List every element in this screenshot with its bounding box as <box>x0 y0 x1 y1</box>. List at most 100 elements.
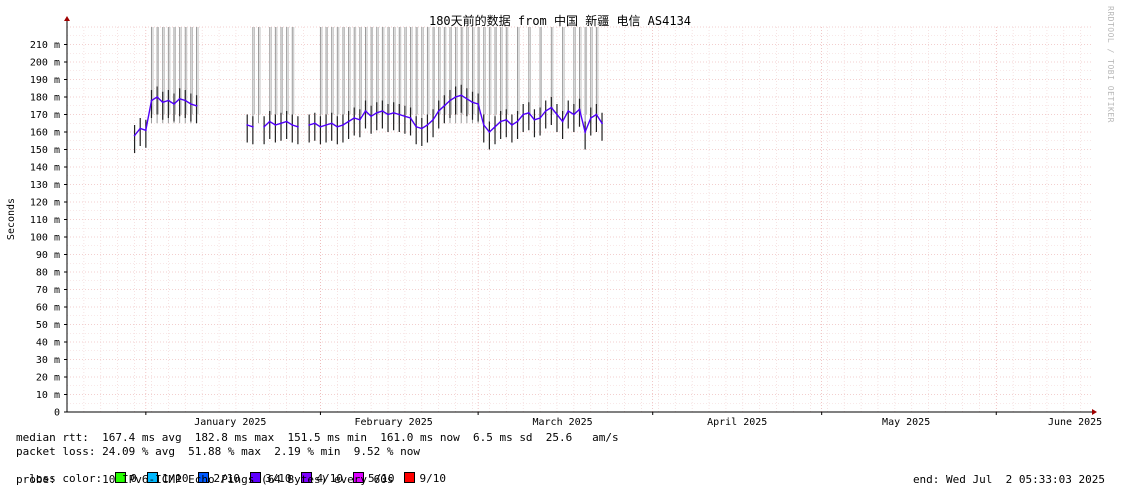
y-tick-label: 170 m <box>30 110 60 121</box>
loss-color-swatch <box>404 472 416 483</box>
data-point <box>471 101 474 104</box>
data-point <box>572 113 575 116</box>
x-tick-label: May 2025 <box>882 417 930 428</box>
y-tick-label: 160 m <box>30 128 60 139</box>
x-tick-label: June 2025 <box>1048 417 1102 428</box>
y-tick-label: 140 m <box>30 163 60 174</box>
data-point <box>325 124 327 126</box>
data-point <box>550 106 553 109</box>
data-point <box>330 122 333 125</box>
data-point <box>482 124 485 126</box>
data-point <box>516 120 519 123</box>
data-point <box>409 117 412 119</box>
y-tick-label: 100 m <box>30 233 60 244</box>
data-point <box>161 101 164 104</box>
data-point <box>297 125 299 128</box>
data-point <box>432 118 434 121</box>
x-tick-label: March 2025 <box>532 417 592 428</box>
x-tick-label: February 2025 <box>355 417 433 428</box>
y-tick-label: 110 m <box>30 215 60 226</box>
data-point <box>595 113 598 116</box>
rtt-series <box>133 84 603 153</box>
data-point <box>251 125 254 128</box>
x-tick-label: January 2025 <box>194 417 266 428</box>
data-point <box>567 110 570 112</box>
data-point <box>280 122 282 125</box>
chart-title: 180天前的数据 from 中国 新疆 电信 AS4134 <box>429 13 691 28</box>
y-tick-label: 120 m <box>30 198 60 209</box>
data-point <box>375 111 378 114</box>
data-point <box>488 131 491 133</box>
loss-spikes <box>150 27 599 124</box>
rrdtool-watermark: RRDTOOL / TOBI OETIKER <box>1106 6 1115 123</box>
data-point <box>578 108 581 111</box>
data-point <box>285 120 288 123</box>
data-point <box>263 125 266 128</box>
data-point <box>460 94 463 97</box>
data-point <box>404 115 406 118</box>
data-point <box>420 127 423 130</box>
data-point <box>556 113 558 116</box>
x-tick-label: April 2025 <box>707 417 767 428</box>
y-tick-label: 200 m <box>30 58 60 69</box>
data-point <box>347 120 350 123</box>
y-axis-arrow <box>64 16 70 21</box>
data-point <box>443 104 446 107</box>
data-point <box>477 103 480 105</box>
data-point <box>167 99 170 102</box>
data-point <box>499 120 502 123</box>
data-point <box>426 124 429 126</box>
data-point <box>342 124 344 126</box>
data-point <box>398 113 401 116</box>
y-tick-label: 60 m <box>36 303 60 314</box>
data-point <box>246 124 249 126</box>
data-point <box>313 122 316 125</box>
data-point <box>144 129 147 132</box>
data-point <box>505 118 508 121</box>
data-point <box>370 115 373 118</box>
data-point <box>291 124 294 126</box>
data-point <box>195 104 198 107</box>
data-point <box>392 111 395 114</box>
y-tick-label: 90 m <box>36 250 60 261</box>
data-point <box>511 124 513 126</box>
data-point <box>353 117 356 119</box>
y-tick-label: 210 m <box>30 40 60 51</box>
y-tick-label: 20 m <box>36 373 60 384</box>
data-point <box>527 111 530 114</box>
y-tick-label: 10 m <box>36 390 60 401</box>
data-point <box>358 118 361 121</box>
data-point <box>387 113 389 116</box>
data-point <box>544 110 547 112</box>
y-tick-label: 80 m <box>36 268 60 279</box>
data-point <box>601 122 603 125</box>
data-point <box>133 134 136 137</box>
y-tick-label: 70 m <box>36 285 60 296</box>
y-tick-label: 130 m <box>30 180 60 191</box>
data-point <box>584 131 587 133</box>
x-axis-arrow <box>1092 409 1097 415</box>
data-point <box>178 97 181 100</box>
y-tick-label: 50 m <box>36 320 60 331</box>
data-point <box>589 117 592 119</box>
data-point <box>522 113 525 116</box>
data-point <box>381 110 384 112</box>
data-point <box>150 99 153 102</box>
data-point <box>156 96 159 98</box>
data-point <box>173 103 175 105</box>
data-point <box>454 96 457 98</box>
loss-color-legend: loss color: 0 1/10 2/10 3/10 4/10 5/10 9/10 <box>16 459 456 485</box>
y-tick-label: 150 m <box>30 145 60 156</box>
y-axis-label: Seconds <box>6 198 17 240</box>
data-point <box>415 125 418 128</box>
data-point <box>437 110 440 112</box>
data-point <box>268 120 271 123</box>
data-point <box>561 120 564 123</box>
y-tick-label: 190 m <box>30 75 60 86</box>
data-point <box>319 125 322 128</box>
loss-color-item: 9/10 <box>404 472 446 485</box>
data-point <box>449 99 451 102</box>
data-point <box>336 125 339 128</box>
y-tick-label: 30 m <box>36 355 60 366</box>
y-tick-label: 40 m <box>36 338 60 349</box>
